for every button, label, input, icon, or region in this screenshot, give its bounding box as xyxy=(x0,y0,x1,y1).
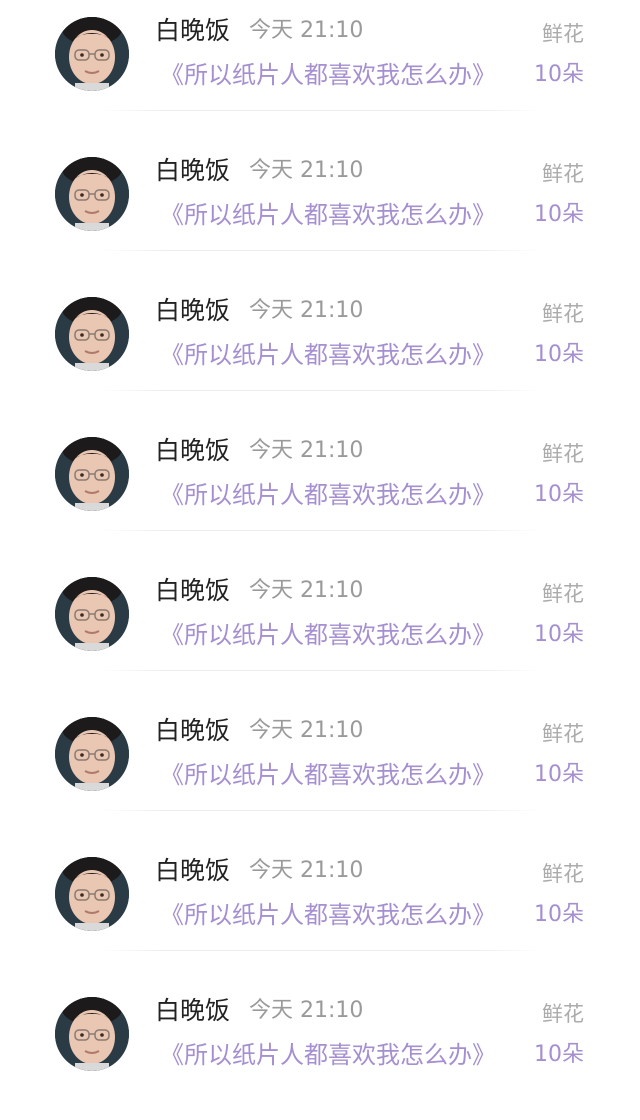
divider xyxy=(100,110,540,111)
list-item[interactable]: 白晚饭 今天 21:10 《所以纸片人都喜欢我怎么办》 鲜花 10朵 xyxy=(0,700,640,840)
list-item[interactable]: 白晚饭 今天 21:10 《所以纸片人都喜欢我怎么办》 鲜花 10朵 xyxy=(0,420,640,560)
gift-type-label: 鲜花 xyxy=(542,862,584,886)
gift-type-label: 鲜花 xyxy=(542,442,584,466)
gift-type-label: 鲜花 xyxy=(542,22,584,46)
divider xyxy=(100,390,540,391)
timestamp: 今天 21:10 xyxy=(249,718,364,743)
gift-count: 10朵 xyxy=(534,482,584,507)
gift-type-label: 鲜花 xyxy=(542,722,584,746)
gift-type-label: 鲜花 xyxy=(542,302,584,326)
timestamp: 今天 21:10 xyxy=(249,18,364,43)
user-name[interactable]: 白晚饭 xyxy=(155,714,230,748)
user-name[interactable]: 白晚饭 xyxy=(155,434,230,468)
timestamp: 今天 21:10 xyxy=(249,578,364,603)
gift-type-label: 鲜花 xyxy=(542,582,584,606)
user-name[interactable]: 白晚饭 xyxy=(155,294,230,328)
user-name[interactable]: 白晚饭 xyxy=(155,574,230,608)
user-avatar-icon[interactable] xyxy=(55,297,129,371)
divider xyxy=(100,670,540,671)
book-title-link[interactable]: 《所以纸片人都喜欢我怎么办》 xyxy=(160,618,496,652)
gift-type-label: 鲜花 xyxy=(542,162,584,186)
book-title-link[interactable]: 《所以纸片人都喜欢我怎么办》 xyxy=(160,898,496,932)
timestamp: 今天 21:10 xyxy=(249,858,364,883)
gift-count: 10朵 xyxy=(534,902,584,927)
user-avatar-icon[interactable] xyxy=(55,17,129,91)
timestamp: 今天 21:10 xyxy=(249,998,364,1023)
book-title-link[interactable]: 《所以纸片人都喜欢我怎么办》 xyxy=(160,198,496,232)
gift-type-label: 鲜花 xyxy=(542,1002,584,1026)
user-avatar-icon[interactable] xyxy=(55,577,129,651)
user-name[interactable]: 白晚饭 xyxy=(155,14,230,48)
divider xyxy=(100,250,540,251)
gift-count: 10朵 xyxy=(534,62,584,87)
gift-record-list: 白晚饭 今天 21:10 《所以纸片人都喜欢我怎么办》 鲜花 10朵 白晚饭 今… xyxy=(0,0,640,1080)
timestamp: 今天 21:10 xyxy=(249,438,364,463)
divider xyxy=(100,950,540,951)
timestamp: 今天 21:10 xyxy=(249,158,364,183)
gift-count: 10朵 xyxy=(534,342,584,367)
user-avatar-icon[interactable] xyxy=(55,157,129,231)
gift-count: 10朵 xyxy=(534,1042,584,1067)
divider xyxy=(100,530,540,531)
book-title-link[interactable]: 《所以纸片人都喜欢我怎么办》 xyxy=(160,58,496,92)
user-name[interactable]: 白晚饭 xyxy=(155,854,230,888)
list-item[interactable]: 白晚饭 今天 21:10 《所以纸片人都喜欢我怎么办》 鲜花 10朵 xyxy=(0,560,640,700)
book-title-link[interactable]: 《所以纸片人都喜欢我怎么办》 xyxy=(160,1038,496,1072)
book-title-link[interactable]: 《所以纸片人都喜欢我怎么办》 xyxy=(160,758,496,792)
book-title-link[interactable]: 《所以纸片人都喜欢我怎么办》 xyxy=(160,338,496,372)
list-item[interactable]: 白晚饭 今天 21:10 《所以纸片人都喜欢我怎么办》 鲜花 10朵 xyxy=(0,980,640,1120)
user-avatar-icon[interactable] xyxy=(55,717,129,791)
user-name[interactable]: 白晚饭 xyxy=(155,994,230,1028)
timestamp: 今天 21:10 xyxy=(249,298,364,323)
gift-count: 10朵 xyxy=(534,202,584,227)
gift-count: 10朵 xyxy=(534,622,584,647)
user-avatar-icon[interactable] xyxy=(55,857,129,931)
user-name[interactable]: 白晚饭 xyxy=(155,154,230,188)
gift-count: 10朵 xyxy=(534,762,584,787)
list-item[interactable]: 白晚饭 今天 21:10 《所以纸片人都喜欢我怎么办》 鲜花 10朵 xyxy=(0,140,640,280)
book-title-link[interactable]: 《所以纸片人都喜欢我怎么办》 xyxy=(160,478,496,512)
divider xyxy=(100,810,540,811)
user-avatar-icon[interactable] xyxy=(55,437,129,511)
list-item[interactable]: 白晚饭 今天 21:10 《所以纸片人都喜欢我怎么办》 鲜花 10朵 xyxy=(0,280,640,420)
list-item[interactable]: 白晚饭 今天 21:10 《所以纸片人都喜欢我怎么办》 鲜花 10朵 xyxy=(0,840,640,980)
user-avatar-icon[interactable] xyxy=(55,997,129,1071)
list-item[interactable]: 白晚饭 今天 21:10 《所以纸片人都喜欢我怎么办》 鲜花 10朵 xyxy=(0,0,640,140)
